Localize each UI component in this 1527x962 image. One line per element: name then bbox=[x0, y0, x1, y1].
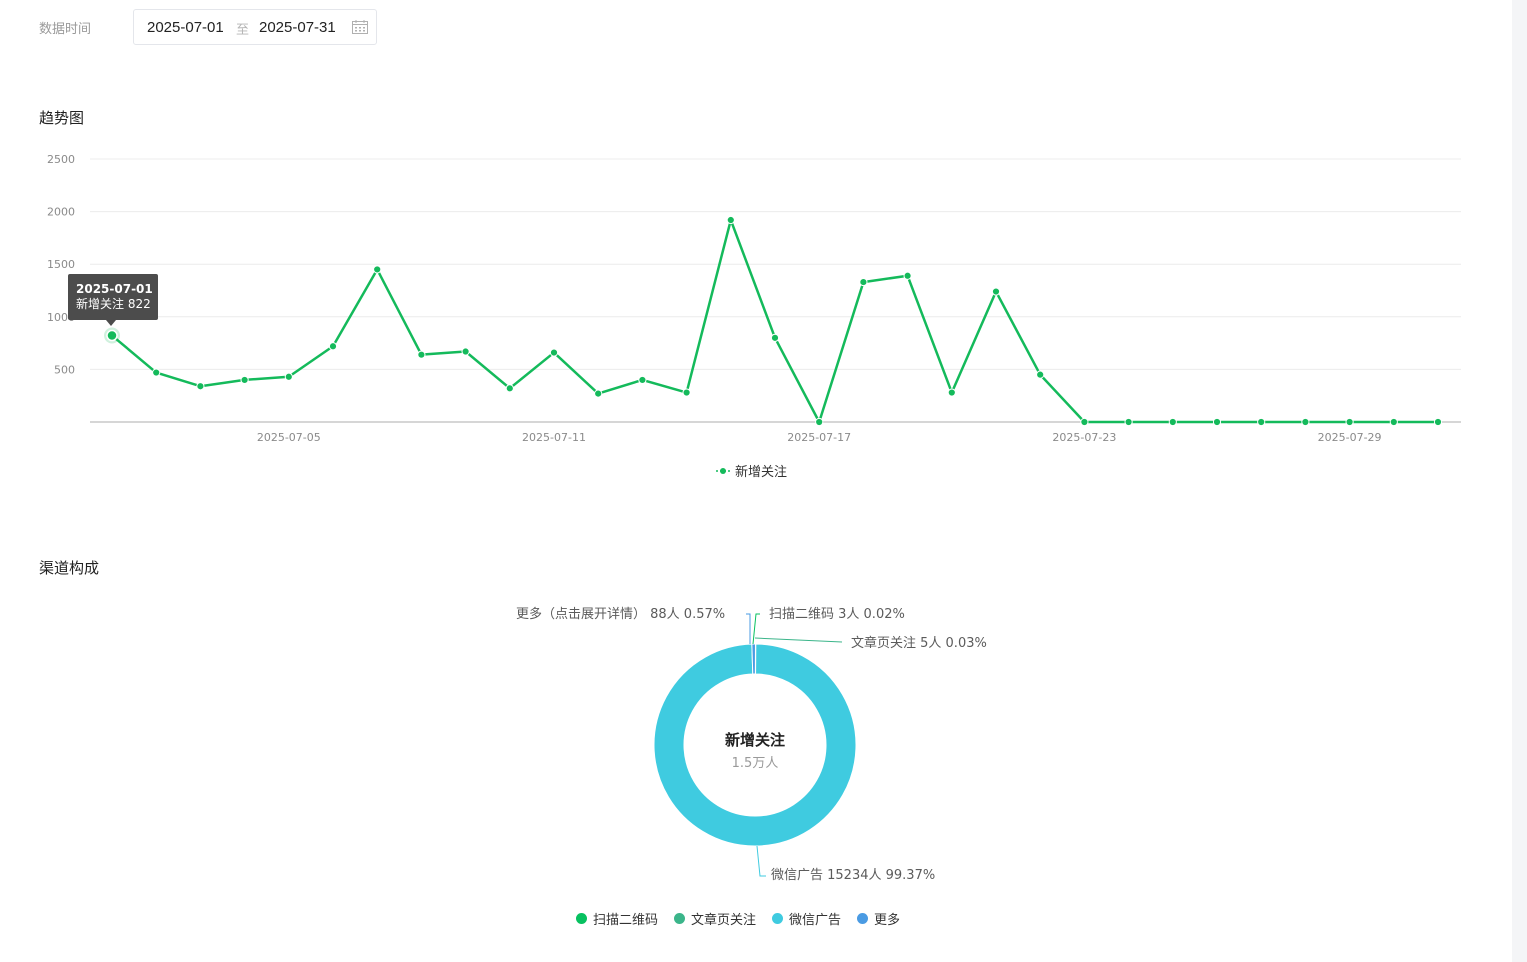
legend-dot-icon bbox=[772, 913, 784, 924]
data-point[interactable] bbox=[1301, 417, 1310, 427]
pie-label-wechat-ad: 微信广告 15234人 99.37% bbox=[771, 868, 936, 883]
y-tick-label: 500 bbox=[54, 363, 75, 376]
tooltip-value: 新增关注 822 bbox=[76, 297, 151, 311]
data-point[interactable] bbox=[1433, 417, 1443, 427]
trend-legend-label: 新增关注 bbox=[735, 465, 788, 480]
leader-line-wechat-ad bbox=[756, 845, 766, 877]
data-point[interactable] bbox=[1212, 417, 1222, 427]
trend-legend[interactable]: 新增关注 bbox=[716, 461, 787, 480]
donut-slice[interactable] bbox=[754, 643, 757, 675]
x-tick-label: 2025-07-05 bbox=[257, 431, 321, 444]
channel-legend-item[interactable]: 文章页关注 bbox=[674, 909, 756, 928]
data-point[interactable] bbox=[284, 372, 293, 381]
series-line bbox=[111, 218, 1438, 424]
data-point[interactable] bbox=[1389, 417, 1398, 427]
legend-line-marker-icon bbox=[716, 467, 730, 474]
data-point[interactable] bbox=[1124, 417, 1133, 427]
pie-label-qrcode: 扫描二维码 3人 0.02% bbox=[769, 607, 905, 622]
data-point[interactable] bbox=[328, 342, 338, 351]
data-point[interactable] bbox=[106, 329, 118, 342]
data-point[interactable] bbox=[417, 350, 426, 359]
y-tick-label: 2500 bbox=[47, 153, 75, 166]
data-point[interactable] bbox=[726, 215, 735, 225]
legend-dot-icon bbox=[857, 913, 869, 924]
data-point[interactable] bbox=[638, 375, 647, 385]
data-point[interactable] bbox=[240, 375, 249, 385]
chart-tooltip: 2025-07-01 新增关注 822 bbox=[68, 274, 158, 326]
data-point[interactable] bbox=[1036, 370, 1045, 379]
tooltip-arrow bbox=[106, 320, 116, 326]
data-point[interactable] bbox=[682, 388, 691, 397]
y-tick-label: 1500 bbox=[47, 258, 75, 271]
channel-legend-label: 更多 bbox=[874, 913, 901, 928]
channel-section-title: 渠道构成 bbox=[39, 559, 100, 577]
data-point[interactable] bbox=[859, 277, 868, 287]
channel-legend-item[interactable]: 扫描二维码 bbox=[576, 909, 658, 928]
data-point[interactable] bbox=[947, 388, 956, 397]
channel-legend-item[interactable]: 更多 bbox=[857, 909, 900, 928]
pie-label-article: 文章页关注 5人 0.03% bbox=[851, 636, 987, 651]
x-tick-label: 2025-07-23 bbox=[1052, 431, 1116, 444]
channel-legend-label: 微信广告 bbox=[789, 913, 842, 928]
date-separator: 至 bbox=[236, 23, 250, 38]
x-tick-label: 2025-07-29 bbox=[1318, 431, 1382, 444]
data-point[interactable] bbox=[1080, 417, 1089, 427]
trend-line-chart[interactable]: 25002000150010005002025-07-05 2025-07-11 2… bbox=[0, 140, 1500, 450]
donut-center-total: 1.5万人 bbox=[731, 756, 779, 771]
channel-legend[interactable]: 扫描二维码 文章页关注 微信广告 更多 bbox=[576, 909, 916, 928]
page-scrollbar-track[interactable] bbox=[1512, 0, 1527, 962]
leader-line-qrcode bbox=[752, 613, 760, 645]
data-point[interactable] bbox=[373, 265, 382, 274]
date-filter-label: 数据时间 bbox=[39, 22, 92, 37]
pie-label-more[interactable]: 更多（点击展开详情） 88人 0.57% bbox=[516, 603, 725, 622]
channel-legend-item[interactable]: 微信广告 bbox=[772, 909, 841, 928]
x-tick-label: 2025-07-17 bbox=[787, 431, 851, 444]
data-point[interactable] bbox=[505, 384, 514, 393]
trend-section-title: 趋势图 bbox=[39, 109, 85, 127]
donut-slice[interactable] bbox=[751, 643, 756, 675]
data-point[interactable] bbox=[196, 382, 205, 391]
data-point[interactable] bbox=[594, 389, 603, 398]
donut-center-title: 新增关注 bbox=[724, 731, 785, 749]
data-point[interactable] bbox=[1168, 417, 1177, 427]
date-range-picker[interactable]: 2025-07-01 至 2025-07-31 bbox=[133, 9, 377, 45]
data-point[interactable] bbox=[903, 271, 912, 280]
legend-dot-icon bbox=[674, 913, 686, 924]
data-point[interactable] bbox=[815, 417, 824, 427]
channel-legend-label: 扫描二维码 bbox=[593, 913, 659, 928]
calendar-icon[interactable] bbox=[352, 20, 368, 34]
data-point[interactable] bbox=[991, 287, 1001, 296]
leader-line-article bbox=[754, 637, 843, 643]
data-point[interactable] bbox=[1345, 417, 1354, 427]
y-tick-label: 2000 bbox=[47, 206, 75, 219]
tooltip-date: 2025-07-01 bbox=[76, 282, 153, 296]
leader-line-more bbox=[746, 613, 751, 644]
data-point[interactable] bbox=[1257, 417, 1266, 427]
data-point[interactable] bbox=[461, 347, 470, 356]
start-date[interactable]: 2025-07-01 bbox=[147, 19, 224, 36]
data-point[interactable] bbox=[152, 368, 161, 377]
data-point[interactable] bbox=[770, 333, 780, 342]
end-date[interactable]: 2025-07-31 bbox=[259, 19, 336, 36]
x-tick-label: 2025-07-11 bbox=[522, 431, 586, 444]
data-point[interactable] bbox=[549, 348, 559, 357]
channel-legend-label: 文章页关注 bbox=[691, 913, 757, 928]
legend-dot-icon bbox=[576, 913, 587, 924]
